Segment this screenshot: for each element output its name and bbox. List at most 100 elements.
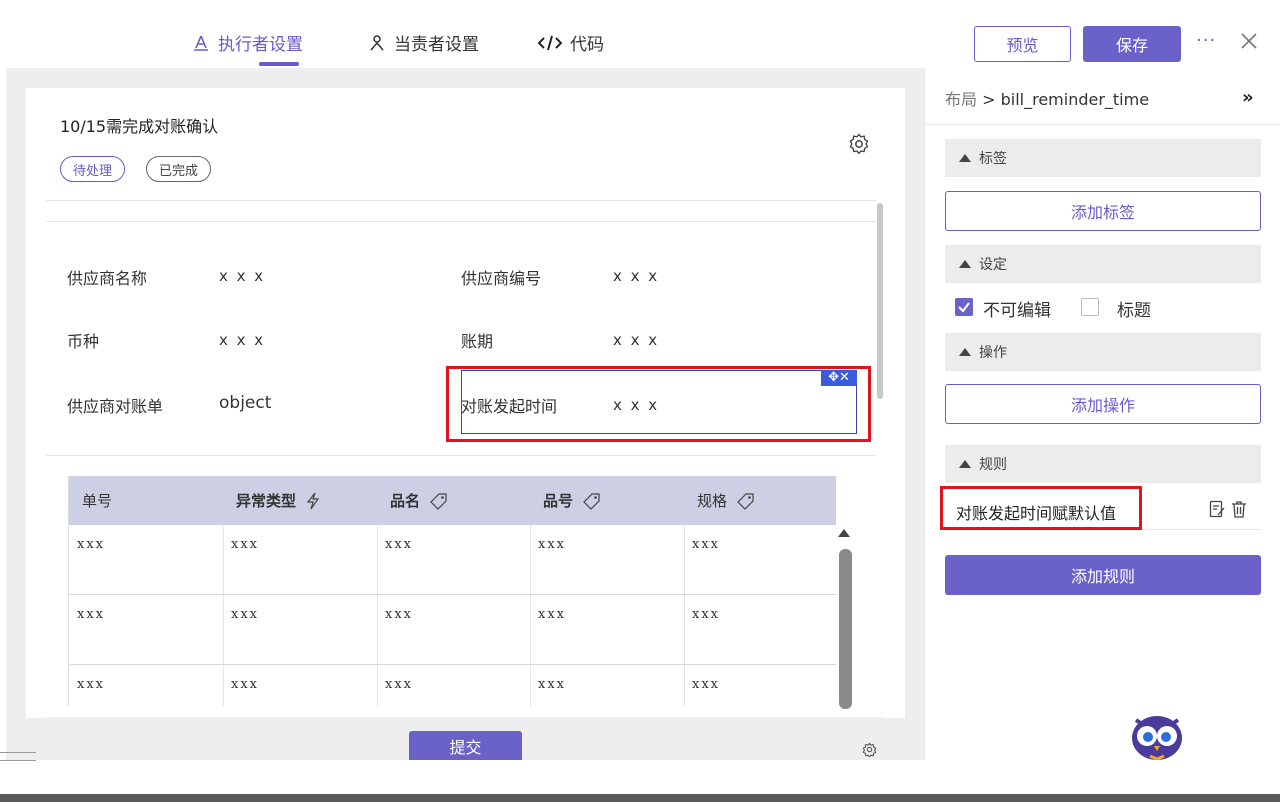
- field-value-supplier-name: x x x: [219, 267, 266, 285]
- column-label: 品号: [543, 492, 574, 510]
- table-cell: xxx: [692, 537, 720, 552]
- section-header-rules[interactable]: 规则: [945, 445, 1261, 483]
- field-value-payment-term: x x x: [613, 331, 660, 349]
- preview-button[interactable]: 预览: [974, 26, 1071, 62]
- title-checkbox[interactable]: [1081, 298, 1099, 316]
- caret-up-icon: [959, 460, 971, 468]
- table-cell: xxx: [538, 607, 566, 622]
- caret-up-icon: [959, 260, 971, 268]
- readonly-label: 不可编辑: [983, 301, 1051, 321]
- delete-icon[interactable]: [1231, 500, 1247, 522]
- table-row[interactable]: xxx xxx xxx xxx xxx: [69, 525, 836, 595]
- table-cell: xxx: [77, 537, 105, 552]
- column-label: 品名: [390, 492, 421, 510]
- add-rule-button[interactable]: 添加规则: [945, 555, 1261, 595]
- divider: [46, 455, 876, 456]
- edit-icon[interactable]: [1209, 500, 1225, 522]
- field-label-reconcile-time: 对账发起时间: [461, 397, 558, 416]
- table-row[interactable]: xxx xxx xxx xxx xxx: [69, 665, 836, 706]
- more-icon[interactable]: ···: [1196, 30, 1216, 51]
- add-tag-button[interactable]: 添加标签: [945, 191, 1261, 231]
- save-button[interactable]: 保存: [1083, 26, 1181, 62]
- submit-button[interactable]: 提交: [409, 731, 522, 760]
- active-tab-indicator: [259, 62, 299, 66]
- move-close-tools[interactable]: ✥✕: [821, 370, 857, 386]
- table-header-cell[interactable]: 规格: [684, 476, 755, 525]
- form-title: 10/15需完成对账确认: [60, 117, 219, 136]
- scroll-up-arrow-icon[interactable]: [838, 529, 850, 537]
- owl-assistant-icon[interactable]: [1128, 712, 1186, 766]
- divider: [924, 124, 1280, 125]
- column-label: 异常类型: [236, 492, 297, 510]
- readonly-checkbox[interactable]: [955, 298, 973, 316]
- code-icon: [538, 35, 562, 50]
- tag-icon: [737, 492, 754, 510]
- field-label-supplier-code: 供应商编号: [461, 269, 542, 288]
- form-scrollbar[interactable]: [877, 203, 883, 399]
- gear-icon[interactable]: [862, 742, 877, 761]
- section-title: 操作: [979, 345, 1007, 361]
- section-title: 标签: [979, 151, 1007, 167]
- table-header-cell[interactable]: 单号: [69, 476, 112, 525]
- table-cell: xxx: [692, 607, 720, 622]
- selection-tools-label: ✥✕: [828, 370, 850, 385]
- column-label: 规格: [697, 492, 728, 510]
- field-value-supplier-code: x x x: [613, 267, 660, 285]
- field-label-supplier-name: 供应商名称: [67, 269, 148, 288]
- table-cell: xxx: [385, 607, 413, 622]
- breadcrumb: 布局 > bill_reminder_time: [945, 86, 1149, 110]
- section-header-tags[interactable]: 标签: [945, 139, 1261, 177]
- breadcrumb-separator: >: [977, 90, 1001, 109]
- table-scrollbar-thumb[interactable]: [839, 549, 852, 709]
- table-cell: xxx: [231, 537, 259, 552]
- tab-executor-label: 执行者设置: [218, 35, 303, 55]
- rule-name: 对账发起时间赋默认值: [956, 504, 1117, 523]
- title-checkbox-label: 标题: [1117, 301, 1151, 321]
- table-cell: xxx: [538, 677, 566, 692]
- table-header-cell[interactable]: 异常类型: [223, 476, 320, 525]
- section-header-actions[interactable]: 操作: [945, 333, 1261, 371]
- field-value-currency: x x x: [219, 331, 266, 349]
- section-title: 设定: [979, 257, 1007, 273]
- tag-icon: [430, 492, 447, 510]
- table-cell: xxx: [692, 677, 720, 692]
- add-action-button[interactable]: 添加操作: [945, 384, 1261, 424]
- table-cell: xxx: [231, 677, 259, 692]
- field-label-supplier-statement: 供应商对账单: [67, 397, 164, 416]
- close-icon[interactable]: [1240, 32, 1258, 54]
- lightning-icon: [306, 492, 320, 509]
- section-header-settings[interactable]: 设定: [945, 245, 1261, 283]
- breadcrumb-root[interactable]: 布局: [945, 90, 977, 109]
- status-tag-done[interactable]: 已完成: [146, 156, 212, 182]
- gear-icon[interactable]: [848, 133, 870, 159]
- field-value-reconcile-time: x x x: [613, 396, 660, 414]
- field-label-payment-term: 账期: [461, 332, 494, 351]
- detail-table: 单号 异常类型 品名 品号 规格 xxx xxx xxx xxx xxx xxx…: [68, 476, 836, 706]
- table-header-cell[interactable]: 品名: [377, 476, 448, 525]
- table-cell: xxx: [385, 677, 413, 692]
- column-label: 单号: [82, 492, 113, 510]
- divider: [46, 221, 876, 222]
- field-value-supplier-statement: object: [219, 393, 272, 413]
- table-row[interactable]: xxx xxx xxx xxx xxx: [69, 595, 836, 665]
- person-icon: [370, 34, 384, 50]
- status-tag-pending[interactable]: 待处理: [60, 156, 126, 182]
- caret-up-icon: [959, 348, 971, 356]
- executor-icon: [194, 35, 208, 51]
- divider: [46, 200, 876, 201]
- tag-icon: [583, 492, 600, 510]
- table-cell: xxx: [385, 537, 413, 552]
- table-cell: xxx: [77, 677, 105, 692]
- window-edge: [0, 752, 36, 761]
- checkmark-icon: [958, 302, 970, 313]
- tab-code[interactable]: 代码: [538, 30, 604, 55]
- tab-responsible-settings[interactable]: 当责者设置: [368, 30, 479, 55]
- tab-responsible-label: 当责者设置: [394, 35, 479, 55]
- tab-executor-settings[interactable]: 执行者设置: [192, 30, 303, 55]
- table-cell: xxx: [77, 607, 105, 622]
- collapse-panel-icon[interactable]: »: [1242, 87, 1254, 108]
- taskbar: [0, 794, 1280, 802]
- table-header-cell[interactable]: 品号: [530, 476, 601, 525]
- field-label-currency: 币种: [67, 332, 100, 351]
- tab-code-label: 代码: [570, 35, 604, 55]
